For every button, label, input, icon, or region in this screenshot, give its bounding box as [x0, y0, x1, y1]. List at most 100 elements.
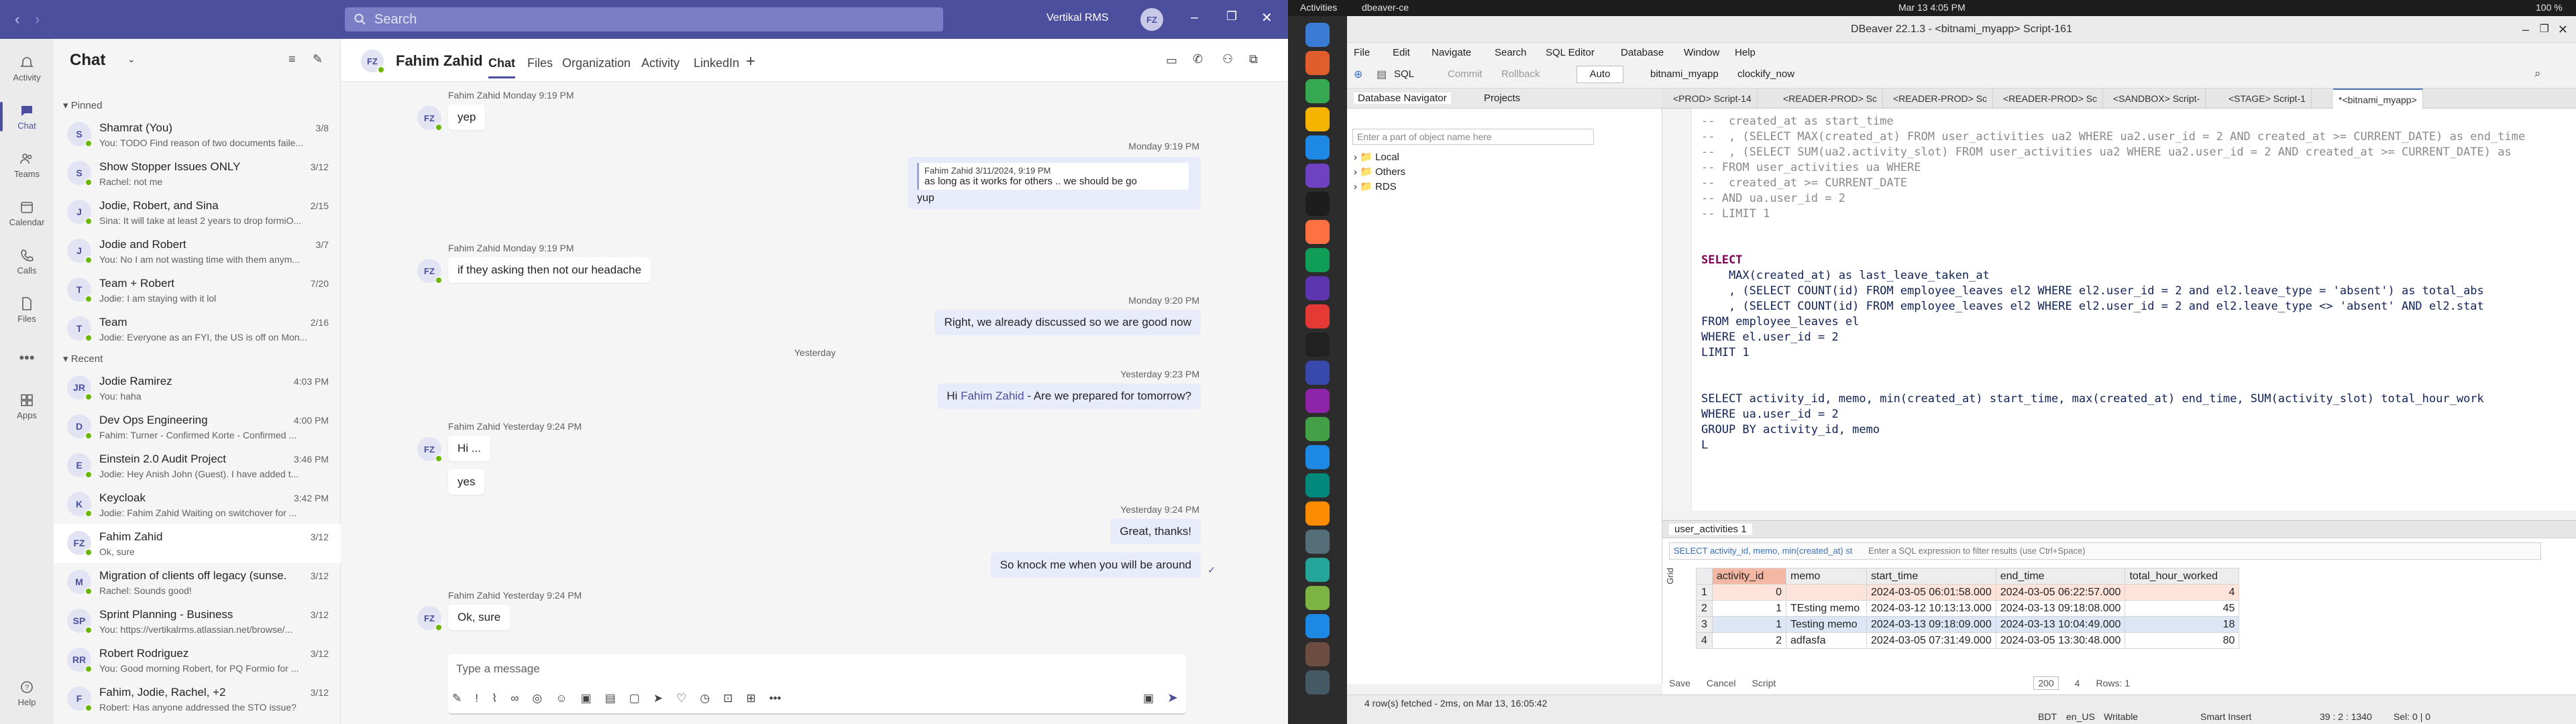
- schema-select[interactable]: clockify_now: [1737, 68, 1794, 80]
- editor-tab[interactable]: <SANDBOX> Script-: [2108, 88, 2206, 109]
- rail-activity[interactable]: Activity: [0, 44, 54, 93]
- dock-app-icon[interactable]: [1305, 333, 1330, 357]
- message-bubble[interactable]: Hi Fahim Zahid - Are we prepared for tom…: [937, 383, 1201, 409]
- message-bubble[interactable]: So knock me when you will be around: [990, 552, 1201, 578]
- table-cell[interactable]: 2024-03-05 06:01:58.000: [1866, 584, 1996, 601]
- table-cell[interactable]: [1786, 584, 1867, 601]
- audio-call-icon[interactable]: ✆: [1193, 52, 1203, 66]
- approvals-icon[interactable]: ⊡: [723, 692, 733, 705]
- table-cell[interactable]: 80: [2125, 632, 2240, 649]
- updates-icon[interactable]: ⊞: [746, 692, 755, 705]
- column-header[interactable]: end_time: [1995, 568, 2126, 585]
- rail-apps[interactable]: Apps: [0, 382, 54, 430]
- meet-icon[interactable]: ▢: [629, 692, 640, 705]
- results-filter[interactable]: SELECT activity_id, memo, min(created_at…: [1669, 542, 2541, 560]
- chat-list-item[interactable]: F Fahim, Jodie, Rachel, +2 Robert: Has any…: [54, 680, 341, 719]
- tree-node-local[interactable]: › 📁 Local: [1354, 150, 1405, 165]
- tab-projects[interactable]: Projects: [1484, 93, 1520, 104]
- results-grid[interactable]: activity_id memo start_time end_time total_h…: [1696, 568, 2240, 649]
- video-call-icon[interactable]: ▭: [1166, 54, 1177, 68]
- tab-database-navigator[interactable]: Database Navigator: [1354, 93, 1451, 104]
- table-cell[interactable]: 2024-03-05 07:31:49.000: [1866, 632, 1996, 649]
- sql-button[interactable]: SQL: [1394, 68, 1414, 80]
- table-row[interactable]: 3 1 Testing memo 2024-03-13 09:18:09.000 202…: [1696, 616, 2240, 633]
- column-header[interactable]: activity_id: [1712, 568, 1786, 585]
- dock-app-icon[interactable]: [1305, 192, 1330, 216]
- link-icon[interactable]: ∞: [511, 692, 519, 705]
- compose-input[interactable]: Type a message: [456, 662, 540, 676]
- dock-app-icon[interactable]: [1305, 445, 1330, 469]
- table-cell[interactable]: 2024-03-13 09:18:09.000: [1866, 616, 1996, 633]
- chat-list-item[interactable]: FZ Fahim Zahid Ok, sure 3/12: [54, 524, 341, 563]
- chevron-down-icon[interactable]: ⌄: [127, 54, 136, 65]
- dock-app-icon[interactable]: [1305, 473, 1330, 497]
- loop-icon[interactable]: ◎: [532, 692, 542, 705]
- rail-more[interactable]: •••: [0, 334, 54, 382]
- format-icon[interactable]: ✎: [452, 692, 462, 705]
- menu-item-search[interactable]: Search: [1495, 47, 1527, 58]
- rail-calendar[interactable]: Calendar: [0, 189, 54, 237]
- dock-app-icon[interactable]: [1305, 586, 1330, 610]
- table-cell[interactable]: 18: [2125, 616, 2240, 633]
- transaction-mode-select[interactable]: Auto: [1576, 66, 1623, 83]
- filter-icon[interactable]: ≡: [288, 52, 296, 66]
- message-bubble[interactable]: Great, thanks!: [1110, 519, 1201, 544]
- dock-app-icon[interactable]: [1305, 642, 1330, 666]
- table-cell[interactable]: 1: [1712, 616, 1786, 633]
- commit-button[interactable]: Commit: [1448, 68, 1483, 80]
- dock-app-icon[interactable]: [1305, 389, 1330, 413]
- recent-section[interactable]: ▾ Recent: [63, 353, 103, 365]
- column-header[interactable]: start_time: [1866, 568, 1996, 585]
- fetch-size-input[interactable]: 200: [2033, 676, 2059, 690]
- dock-app-icon[interactable]: [1305, 530, 1330, 554]
- dock-app-icon[interactable]: [1305, 558, 1330, 582]
- add-people-icon[interactable]: ⚇: [1222, 52, 1233, 66]
- search-icon[interactable]: ⌕: [2534, 67, 2541, 80]
- column-header[interactable]: memo: [1786, 568, 1867, 585]
- chat-list-item[interactable]: T Team + Robert Jodie: I am staying with i…: [54, 271, 341, 310]
- column-header[interactable]: total_hour_worked: [2125, 568, 2240, 585]
- close-icon[interactable]: ✕: [1261, 9, 1273, 26]
- menu-item-database[interactable]: Database: [1621, 47, 1664, 58]
- table-row[interactable]: 4 2 adfasfa 2024-03-05 07:31:49.000 2024-03-…: [1696, 632, 2240, 649]
- dock-app-icon[interactable]: [1305, 361, 1330, 385]
- dock-app-icon[interactable]: [1305, 501, 1330, 526]
- quoted-message[interactable]: Fahim Zahid 3/11/2024, 9:19 PM as long a…: [917, 163, 1189, 190]
- dock-app-icon[interactable]: [1305, 51, 1330, 75]
- chat-list-item[interactable]: SP Sprint Planning - Business You: https:/…: [54, 602, 341, 641]
- new-connection-icon[interactable]: ⊕: [1354, 68, 1362, 81]
- rail-teams[interactable]: Teams: [0, 141, 54, 189]
- rail-chat[interactable]: Chat: [0, 93, 54, 141]
- chat-list-item[interactable]: D Dev Ops Engineering Fahim: Turner - Conf…: [54, 408, 341, 446]
- dock-app-icon[interactable]: [1305, 164, 1330, 188]
- table-cell[interactable]: 4: [2125, 584, 2240, 601]
- editor-tab[interactable]: <PROD> Script-14: [1668, 88, 1758, 109]
- minimize-icon[interactable]: –: [1191, 10, 1198, 25]
- table-cell[interactable]: 2024-03-13 09:18:08.000: [1995, 600, 2126, 617]
- active-app-label[interactable]: dbeaver-ce: [1362, 2, 1409, 13]
- pop-out-icon[interactable]: ⧉: [1249, 52, 1258, 66]
- praise-icon[interactable]: ♡: [676, 692, 686, 705]
- menu-item-window[interactable]: Window: [1684, 47, 1719, 58]
- more-options-icon[interactable]: •••: [769, 692, 782, 705]
- editor-tab[interactable]: *<bitnami_myapp>: [2333, 88, 2423, 109]
- table-cell[interactable]: Testing memo: [1786, 616, 1867, 633]
- search-input[interactable]: Search: [345, 7, 943, 32]
- table-cell[interactable]: adfasfa: [1786, 632, 1867, 649]
- chat-list-item[interactable]: J Jodie and Robert You: No I am not wastin…: [54, 232, 341, 271]
- chat-list-item[interactable]: T Team Jodie: Everyone as an FYI, the US i…: [54, 310, 341, 349]
- mention[interactable]: Fahim Zahid: [961, 389, 1024, 402]
- tab-organization[interactable]: Organization: [562, 56, 631, 70]
- table-cell[interactable]: 2024-03-13 10:04:49.000: [1995, 616, 2126, 633]
- chat-list-item[interactable]: RR Robert Rodriguez You: Good morning Robe…: [54, 641, 341, 680]
- schedule-icon[interactable]: ◷: [700, 692, 710, 705]
- message-bubble[interactable]: Right, we already discussed so we are go…: [934, 310, 1201, 335]
- menu-item-sql-editor[interactable]: SQL Editor: [1546, 47, 1595, 58]
- navigator-filter-input[interactable]: Enter a part of object name here: [1352, 129, 1594, 145]
- table-row[interactable]: 2 1 TEsting memo 2024-03-12 10:13:13.000 202…: [1696, 600, 2240, 617]
- gif-icon[interactable]: ▣: [581, 692, 592, 705]
- table-cell[interactable]: 45: [2125, 600, 2240, 617]
- new-chat-icon[interactable]: ✎: [313, 52, 323, 66]
- view-grid[interactable]: Grid: [1665, 568, 1675, 585]
- table-cell[interactable]: 2024-03-05 06:22:57.000: [1995, 584, 2126, 601]
